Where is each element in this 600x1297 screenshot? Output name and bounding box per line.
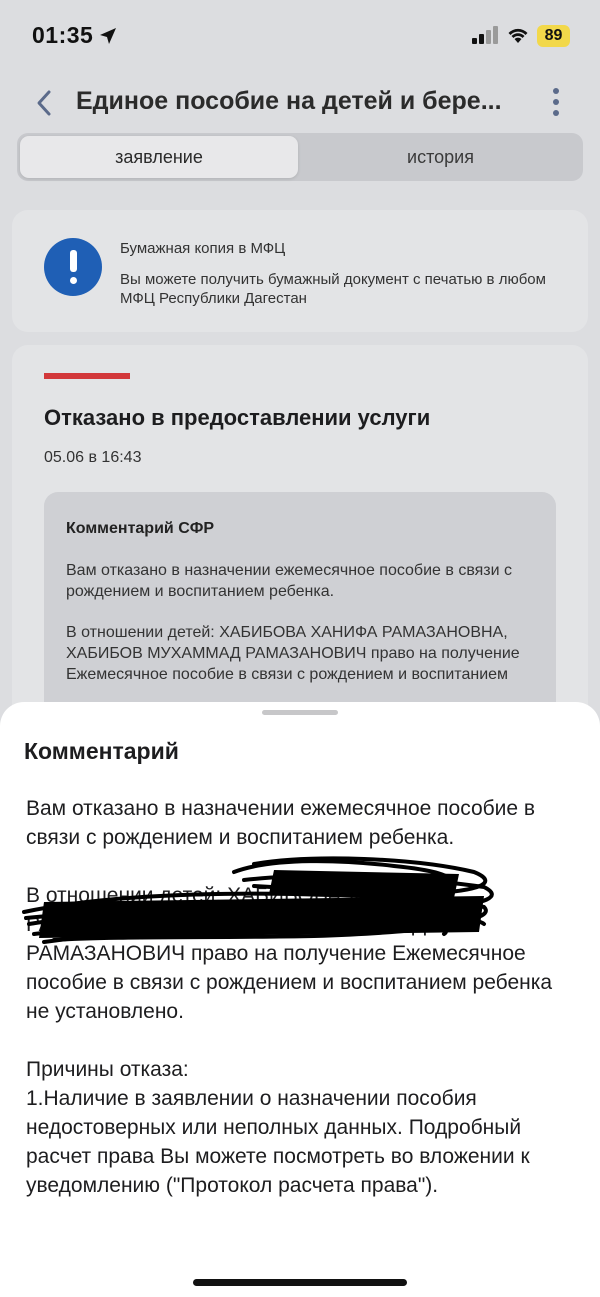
exclamation-icon (44, 238, 102, 296)
nav-bar: Единое пособие на детей и бере... (0, 78, 600, 128)
status-bar: 01:35 89 (0, 0, 600, 70)
info-card-text: Вы можете получить бумажный документ с п… (120, 271, 546, 307)
back-chevron-icon[interactable] (32, 86, 56, 120)
info-card-title: Бумажная копия в МФЦ (120, 240, 286, 257)
tab-application[interactable]: заявление (20, 136, 298, 178)
status-accent-bar (44, 373, 130, 379)
status-date: 05.06 в 16:43 (44, 449, 142, 466)
cellular-signal-icon (472, 26, 498, 44)
paper-copy-info-card: Бумажная копия в МФЦ Вы можете получить … (12, 210, 588, 332)
page-title: Единое пособие на детей и бере... (76, 87, 502, 115)
sheet-reasons-body: 1.Наличие в заявлении о назначении пособ… (26, 1087, 530, 1197)
sfr-comment-title: Комментарий СФР (66, 520, 215, 537)
sfr-comment-paragraph-1: Вам отказано в назначении ежемесячное по… (66, 562, 513, 600)
sheet-grabber[interactable] (262, 710, 338, 715)
sheet-title: Комментарий (24, 738, 179, 764)
status-title: Отказано в предоставлении услуги (44, 405, 431, 430)
more-vertical-icon[interactable] (546, 86, 566, 118)
home-indicator (193, 1279, 407, 1286)
segmented-control: заявление история (17, 133, 583, 181)
sheet-paragraph-1: Вам отказано в назначении ежемесячное по… (26, 797, 536, 849)
battery-level: 89 (537, 25, 570, 47)
tab-history[interactable]: история (301, 136, 580, 178)
sfr-comment-paragraph-2: В отношении детей: ХАБИБОВА ХАНИФА РАМАЗ… (66, 624, 520, 683)
location-arrow-icon (100, 28, 116, 44)
sheet-reasons-heading: Причины отказа: (26, 1058, 189, 1081)
screen: 01:35 89 Единое пособие на детей и бере.… (0, 0, 600, 1297)
wifi-icon (508, 28, 528, 43)
comment-bottom-sheet: Комментарий Вам отказано в назначении еж… (0, 702, 600, 1297)
redaction-scribble (22, 856, 494, 944)
status-time: 01:35 (32, 22, 94, 48)
